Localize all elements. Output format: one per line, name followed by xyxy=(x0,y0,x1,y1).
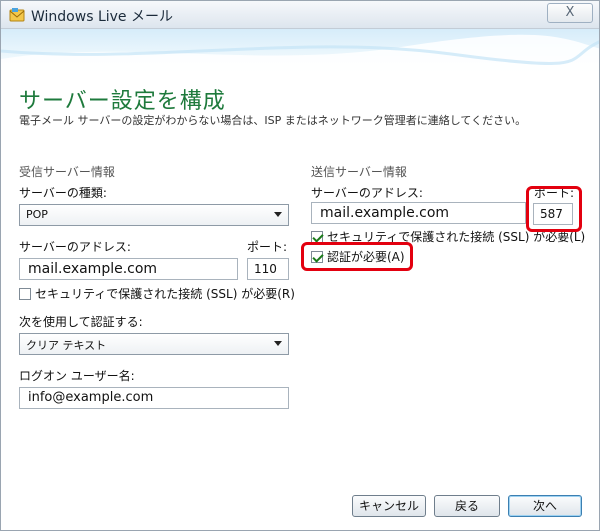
server-type-select[interactable]: POP xyxy=(19,204,289,226)
incoming-ssl-box xyxy=(19,288,31,300)
incoming-address-input[interactable]: mail.example.com xyxy=(19,258,238,280)
chevron-down-icon xyxy=(274,341,282,346)
incoming-ssl-checkbox[interactable]: セキュリティで保護された接続 (SSL) が必要(R) xyxy=(19,285,295,302)
outgoing-section-label: 送信サーバー情報 xyxy=(311,165,407,179)
close-button[interactable]: X xyxy=(547,3,593,23)
incoming-ssl-label: セキュリティで保護された接続 (SSL) が必要(R) xyxy=(35,287,295,301)
logon-username-input[interactable]: info@example.com xyxy=(19,387,289,409)
windows-live-mail-dialog: Windows Live メール X サーバー設定を構成 電子メール サーバーの… xyxy=(0,0,600,531)
banner-wave-decoration xyxy=(1,34,599,77)
outgoing-address-input[interactable]: mail.example.com xyxy=(311,202,526,224)
outgoing-address-label: サーバーのアドレス: xyxy=(311,186,423,200)
auth-method-value: クリア テキスト xyxy=(26,339,107,352)
chevron-down-icon xyxy=(274,212,282,217)
window-title: Windows Live メール xyxy=(31,9,173,25)
cancel-button[interactable]: キャンセル xyxy=(352,495,426,517)
title-bar: Windows Live メール X xyxy=(1,1,599,29)
next-button[interactable]: 次へ xyxy=(508,495,582,517)
back-button[interactable]: 戻る xyxy=(434,495,500,517)
incoming-section-label: 受信サーバー情報 xyxy=(19,165,115,179)
incoming-port-label: ポート: xyxy=(247,240,288,254)
port-highlight-annotation xyxy=(526,186,582,232)
auth-method-label: 次を使用して認証する: xyxy=(19,315,143,329)
page-title: サーバー設定を構成 xyxy=(19,89,226,114)
windows-live-mail-icon xyxy=(9,8,25,22)
page-description: 電子メール サーバーの設定がわからない場合は、ISP またはネットワーク管理者に… xyxy=(19,114,527,127)
logon-username-label: ログオン ユーザー名: xyxy=(19,369,135,383)
incoming-port-input[interactable]: 110 xyxy=(247,258,289,280)
incoming-address-label: サーバーのアドレス: xyxy=(19,240,131,254)
server-type-label: サーバーの種類: xyxy=(19,186,107,200)
server-type-value: POP xyxy=(26,208,48,221)
auth-required-highlight-annotation xyxy=(301,242,413,271)
auth-method-select[interactable]: クリア テキスト xyxy=(19,333,289,355)
